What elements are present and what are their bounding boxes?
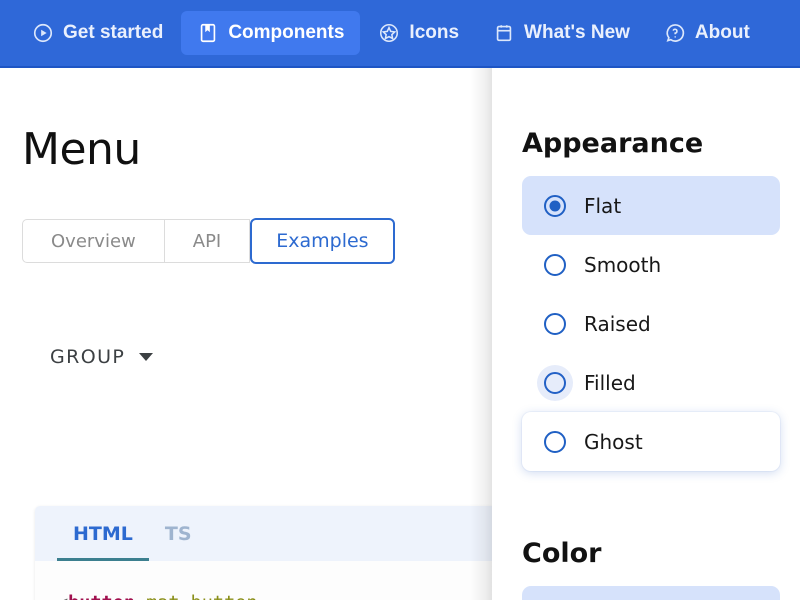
tab-examples[interactable]: Examples xyxy=(250,218,395,264)
color-radio-group xyxy=(522,586,780,600)
code-token-punct: < xyxy=(57,593,68,600)
code-token-attr: mat-button xyxy=(146,593,257,600)
play-circle-icon xyxy=(32,22,54,44)
calendar-icon xyxy=(493,22,515,44)
radio-button-icon xyxy=(544,312,566,335)
code-token-punct xyxy=(135,593,146,600)
radio-option-ghost[interactable]: Ghost xyxy=(522,412,780,471)
radio-option-raised[interactable]: Raised xyxy=(522,294,780,353)
group-selector[interactable]: GROUP xyxy=(50,346,154,368)
question-bubble-icon xyxy=(664,22,686,44)
code-token-tag: button xyxy=(68,593,135,600)
radio-option-flat[interactable]: Flat xyxy=(522,176,780,235)
tab-api[interactable]: API xyxy=(164,219,251,263)
appearance-heading: Appearance xyxy=(522,128,704,159)
radio-button-icon xyxy=(544,194,566,217)
color-heading: Color xyxy=(522,538,602,569)
nav-item-get-started[interactable]: Get started xyxy=(16,11,179,55)
radio-option-smooth-label: Smooth xyxy=(584,252,662,277)
page-title: Menu xyxy=(22,124,141,175)
radio-button-icon xyxy=(537,364,573,401)
appearance-settings-panel: Appearance Flat Smooth Raised Filled Gho… xyxy=(492,68,800,600)
nav-item-whats-new-label: What's New xyxy=(524,22,630,43)
code-tab-ts[interactable]: TS xyxy=(149,506,208,561)
nav-item-whats-new[interactable]: What's New xyxy=(477,11,646,55)
radio-button-icon xyxy=(544,430,566,453)
nav-item-get-started-label: Get started xyxy=(63,22,164,43)
code-tab-html[interactable]: HTML xyxy=(57,506,149,561)
nav-item-icons[interactable]: Icons xyxy=(362,11,475,55)
group-selector-label: GROUP xyxy=(50,346,126,368)
book-bookmark-icon xyxy=(197,22,219,44)
top-navigation-bar: Get started Components Icons What's New … xyxy=(0,0,800,68)
nav-item-components-label: Components xyxy=(228,22,345,43)
radio-option-raised-label: Raised xyxy=(584,311,651,336)
nav-item-icons-label: Icons xyxy=(409,22,460,43)
color-option-row[interactable] xyxy=(522,586,780,600)
radio-option-smooth[interactable]: Smooth xyxy=(522,235,780,294)
appearance-radio-group: Flat Smooth Raised Filled Ghost xyxy=(522,176,780,471)
nav-item-components[interactable]: Components xyxy=(181,11,361,55)
radio-option-flat-label: Flat xyxy=(584,193,622,218)
tab-overview[interactable]: Overview xyxy=(22,219,165,263)
star-circle-icon xyxy=(378,22,400,44)
doc-section-tabs: Overview API Examples xyxy=(22,218,395,264)
radio-option-filled-label: Filled xyxy=(584,370,636,395)
chevron-down-icon xyxy=(139,353,154,361)
nav-item-about-label: About xyxy=(694,22,750,43)
nav-item-about[interactable]: About xyxy=(648,11,766,55)
radio-button-icon xyxy=(544,253,566,276)
radio-option-ghost-label: Ghost xyxy=(584,429,643,454)
radio-option-filled[interactable]: Filled xyxy=(522,353,780,412)
app-root: Get started Components Icons What's New … xyxy=(0,0,800,600)
